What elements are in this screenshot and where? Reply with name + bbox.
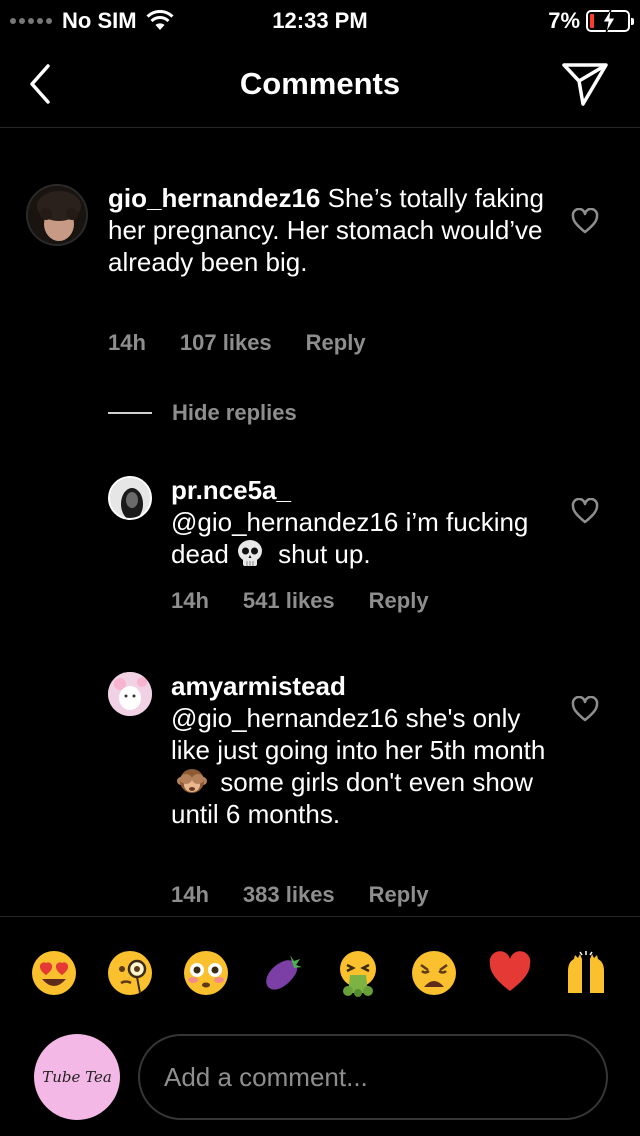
weary-emoji[interactable] (410, 949, 458, 997)
direct-message-button[interactable] (560, 60, 610, 108)
reply-text: pr.nce5a_ @gio_hernandez16 i’m fucking d… (171, 474, 551, 570)
monocle-emoji[interactable] (106, 949, 154, 997)
comment-input[interactable] (138, 1034, 608, 1120)
comment-likes[interactable]: 107 likes (180, 330, 272, 356)
reply-body-end: some girls don't even show until 6 month… (171, 767, 534, 829)
comment-username[interactable]: gio_hernandez16 (108, 183, 320, 213)
like-button[interactable] (571, 497, 599, 524)
screen: { "status_bar": { "carrier": "No SIM", "… (0, 0, 640, 1136)
avatar[interactable] (108, 476, 152, 520)
reply-username[interactable]: pr.nce5a_ (171, 475, 291, 505)
comment-meta: 14h 107 likes Reply (108, 330, 366, 356)
heart-outline-icon (571, 207, 599, 234)
paper-plane-icon (562, 63, 608, 106)
heart-eyes-emoji[interactable] (30, 949, 78, 997)
status-right: 7% (548, 8, 634, 34)
reply-button[interactable]: Reply (306, 330, 366, 356)
battery-percent: 7% (548, 8, 580, 33)
avatar-photo (108, 672, 152, 716)
battery-level (590, 14, 594, 28)
reply-likes[interactable]: 383 likes (243, 882, 335, 908)
hide-replies-button[interactable]: Hide replies (108, 400, 297, 426)
page-title: Comments (239, 66, 401, 101)
reply-button[interactable]: Reply (369, 882, 429, 908)
battery-icon (586, 9, 634, 33)
reply-body: @gio_hernandez16 she's only like just go… (171, 703, 546, 765)
hide-replies-label: Hide replies (172, 400, 297, 425)
avatar-photo (110, 478, 150, 518)
reply-time: 14h (171, 588, 209, 613)
emoji-bar (0, 916, 640, 1026)
like-button[interactable] (571, 207, 599, 234)
status-bar: No SIM 12:33 PM 7% (0, 0, 640, 40)
nav-bar: Comments (0, 40, 640, 128)
skull-emoji (237, 540, 262, 566)
reply-meta: 14h 383 likes Reply (171, 882, 429, 908)
red-heart-emoji[interactable] (486, 949, 534, 997)
reply-time: 14h (171, 882, 209, 907)
reply-text: amyarmistead @gio_hernandez16 she's only… (171, 670, 556, 830)
flushed-emoji[interactable] (182, 949, 230, 997)
comment-text: gio_hernandez16 She’s totally faking her… (108, 182, 548, 278)
raised-hands-emoji[interactable] (562, 949, 610, 997)
comment-time: 14h (108, 330, 146, 355)
divider-line (108, 412, 152, 414)
eggplant-emoji[interactable] (258, 949, 306, 997)
heart-outline-icon (571, 695, 599, 722)
avatar[interactable] (26, 184, 88, 246)
like-button[interactable] (571, 695, 599, 722)
heart-outline-icon (571, 497, 599, 524)
reply-username[interactable]: amyarmistead (171, 671, 346, 701)
composer-avatar-text: Tube Tea (42, 1068, 112, 1086)
see-no-evil-monkey-emoji (177, 769, 207, 793)
avatar[interactable] (108, 672, 152, 716)
reply-meta: 14h 541 likes Reply (171, 588, 429, 614)
reply-likes[interactable]: 541 likes (243, 588, 335, 614)
reply-button[interactable]: Reply (369, 588, 429, 614)
charging-bolt-icon (602, 9, 616, 33)
status-time: 12:33 PM (272, 8, 368, 33)
reply-body-end: shut up. (270, 539, 371, 569)
composer-avatar[interactable]: Tube Tea (34, 1034, 120, 1120)
vomit-emoji[interactable] (334, 949, 382, 997)
avatar-photo (28, 186, 86, 244)
